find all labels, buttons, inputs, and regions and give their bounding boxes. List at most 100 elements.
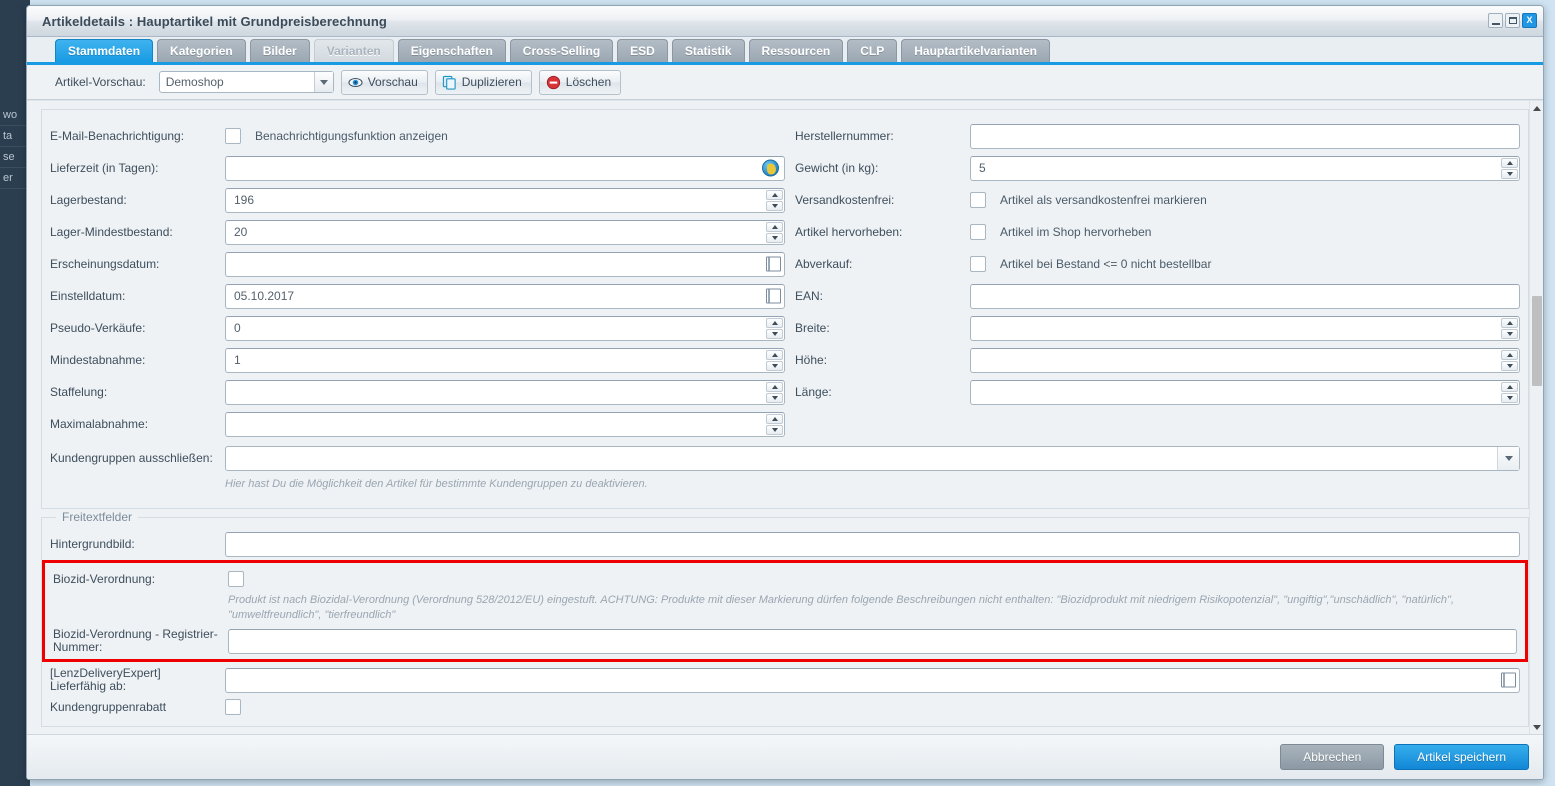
main-fields-panel: E-Mail-Benachrichtigung: Benachrichtigun… xyxy=(41,109,1529,509)
row-breite: Breite: xyxy=(795,312,1520,344)
stepper-down-icon[interactable] xyxy=(1501,360,1518,371)
abverkauf-checkbox[interactable] xyxy=(970,256,986,272)
duplizieren-button-label: Duplizieren xyxy=(461,75,522,89)
row-staffelung: Staffelung: xyxy=(50,376,785,408)
mindestabnahme-input[interactable] xyxy=(225,347,785,373)
duplizieren-button[interactable]: Duplizieren xyxy=(434,69,532,95)
stepper-down-icon[interactable] xyxy=(766,392,783,403)
maximize-icon[interactable] xyxy=(1505,13,1520,28)
calendar-icon[interactable] xyxy=(766,288,781,304)
biozid-registriernummer-label: Biozid-Verordnung - Registrier-Nummer: xyxy=(53,627,218,654)
tab-bilder[interactable]: Bilder xyxy=(249,39,310,62)
lagerbestand-input[interactable] xyxy=(225,187,785,213)
tab-hauptartikelvarianten[interactable]: Hauptartikelvarianten xyxy=(901,39,1050,62)
breite-input[interactable] xyxy=(970,315,1520,341)
stepper-down-icon[interactable] xyxy=(1501,392,1518,403)
stepper-up-icon[interactable] xyxy=(766,189,783,200)
hoehe-stepper[interactable] xyxy=(1501,349,1518,371)
row-mindestabnahme: Mindestabnahme: xyxy=(50,344,785,376)
cancel-button[interactable]: Abbrechen xyxy=(1280,744,1385,770)
stepper-down-icon[interactable] xyxy=(766,360,783,371)
herstellernummer-input[interactable] xyxy=(970,123,1520,149)
minimize-icon[interactable] xyxy=(1488,13,1503,28)
row-laenge: Länge: xyxy=(795,376,1520,408)
biozid-checkbox[interactable] xyxy=(228,571,244,587)
stepper-down-icon[interactable] xyxy=(766,232,783,243)
breite-label: Breite: xyxy=(795,320,830,335)
breite-stepper[interactable] xyxy=(1501,317,1518,339)
stepper-up-icon[interactable] xyxy=(1501,317,1518,328)
hervorheben-checkbox-label: Artikel im Shop hervorheben xyxy=(1000,225,1152,239)
stepper-down-icon[interactable] xyxy=(766,200,783,211)
loeschen-button[interactable]: Löschen xyxy=(538,69,622,95)
scroll-down-icon[interactable] xyxy=(1530,720,1543,734)
lager-min-stepper[interactable] xyxy=(766,221,783,243)
stepper-up-icon[interactable] xyxy=(1501,157,1518,168)
vorschau-button[interactable]: Vorschau xyxy=(340,69,428,95)
kundengruppen-label: Kundengruppen ausschließen: xyxy=(50,450,213,465)
tab-kategorien[interactable]: Kategorien xyxy=(157,39,246,62)
hervorheben-label: Artikel hervorheben: xyxy=(795,224,903,239)
laenge-stepper[interactable] xyxy=(1501,381,1518,403)
freitextfelder-legend: Freitextfelder xyxy=(56,510,139,524)
einstelldatum-input[interactable] xyxy=(225,283,785,309)
stepper-up-icon[interactable] xyxy=(766,381,783,392)
tab-label: Statistik xyxy=(684,44,732,58)
tab-clp[interactable]: CLP xyxy=(847,39,898,62)
hintergrundbild-input[interactable] xyxy=(225,531,1520,557)
lager-min-input[interactable] xyxy=(225,219,785,245)
tab-eigenschaften[interactable]: Eigenschaften xyxy=(397,39,506,62)
biozid-registriernummer-input[interactable] xyxy=(228,628,1517,654)
mindestabnahme-stepper[interactable] xyxy=(766,349,783,371)
save-article-button[interactable]: Artikel speichern xyxy=(1394,744,1529,770)
shop-select[interactable]: Demoshop xyxy=(158,71,334,93)
close-icon[interactable]: X xyxy=(1522,13,1537,28)
row-lagerbestand: Lagerbestand: xyxy=(50,184,785,216)
pseudo-verkaeufe-input[interactable] xyxy=(225,315,785,341)
email-notify-checkbox[interactable] xyxy=(225,128,241,144)
scrollbar-thumb[interactable] xyxy=(1532,296,1542,386)
kundengruppen-select[interactable] xyxy=(225,445,1520,471)
hervorheben-checkbox[interactable] xyxy=(970,224,986,240)
lagerbestand-stepper[interactable] xyxy=(766,189,783,211)
scroll-up-icon[interactable] xyxy=(1530,101,1543,115)
staffelung-input[interactable] xyxy=(225,379,785,405)
article-details-dialog: Artikeldetails : Hauptartikel mit Grundp… xyxy=(26,5,1544,780)
stepper-down-icon[interactable] xyxy=(766,424,783,435)
tab-statistik[interactable]: Statistik xyxy=(671,39,745,62)
maximalabnahme-input[interactable] xyxy=(225,411,785,437)
stepper-down-icon[interactable] xyxy=(766,328,783,339)
lenz-lieferfaehig-input[interactable] xyxy=(225,667,1520,693)
kundengruppenrabatt-checkbox[interactable] xyxy=(225,699,241,715)
stepper-up-icon[interactable] xyxy=(766,221,783,232)
globe-icon[interactable] xyxy=(762,159,779,177)
gewicht-input[interactable] xyxy=(970,155,1520,181)
stepper-up-icon[interactable] xyxy=(766,349,783,360)
tab-stammdaten[interactable]: Stammdaten xyxy=(55,39,154,62)
versandkostenfrei-checkbox[interactable] xyxy=(970,192,986,208)
stepper-down-icon[interactable] xyxy=(1501,168,1518,179)
tab-cross-selling[interactable]: Cross-Selling xyxy=(509,39,614,62)
herstellernummer-label: Herstellernummer: xyxy=(795,128,894,143)
laenge-input[interactable] xyxy=(970,379,1520,405)
calendar-icon[interactable] xyxy=(1501,672,1516,688)
erscheinungsdatum-input[interactable] xyxy=(225,251,785,277)
stepper-up-icon[interactable] xyxy=(1501,349,1518,360)
staffelung-stepper[interactable] xyxy=(766,381,783,403)
tab-ressourcen[interactable]: Ressourcen xyxy=(748,39,844,62)
tab-esd[interactable]: ESD xyxy=(617,39,668,62)
gewicht-stepper[interactable] xyxy=(1501,157,1518,179)
chevron-down-icon xyxy=(1497,446,1519,470)
hoehe-input[interactable] xyxy=(970,347,1520,373)
stepper-up-icon[interactable] xyxy=(766,317,783,328)
stepper-up-icon[interactable] xyxy=(766,413,783,424)
stepper-up-icon[interactable] xyxy=(1501,381,1518,392)
vertical-scrollbar[interactable] xyxy=(1529,101,1543,734)
stepper-down-icon[interactable] xyxy=(1501,328,1518,339)
row-hoehe: Höhe: xyxy=(795,344,1520,376)
calendar-icon[interactable] xyxy=(766,256,781,272)
lieferzeit-input[interactable] xyxy=(225,155,785,181)
ean-input[interactable] xyxy=(970,283,1520,309)
pseudo-verkaeufe-stepper[interactable] xyxy=(766,317,783,339)
maximalabnahme-stepper[interactable] xyxy=(766,413,783,435)
